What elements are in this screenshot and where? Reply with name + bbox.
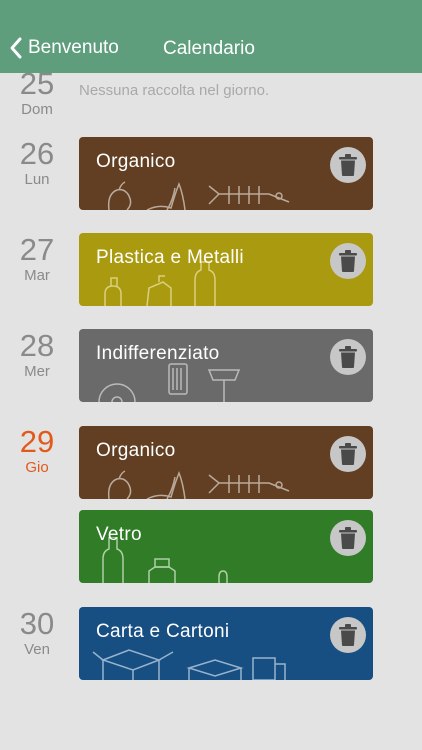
day-number: 26 (19, 136, 55, 171)
day-number: 29 (19, 424, 55, 459)
day-number: 27 (19, 232, 55, 267)
day-29-today: 29 Gio (0, 424, 74, 477)
day-number: 30 (19, 606, 55, 641)
chevron-left-icon (10, 37, 22, 59)
collection-label: Carta e Cartoni (96, 621, 230, 642)
day-weekday: Mer (24, 363, 50, 380)
trash-icon (339, 443, 357, 465)
trash-button[interactable] (330, 436, 366, 472)
collection-card-carta[interactable]: Carta e Cartoni (79, 607, 373, 680)
collection-label: Organico (96, 151, 176, 172)
day-weekday: Ven (24, 641, 50, 658)
nav-bar: Benvenuto Calendario (0, 0, 422, 73)
collection-label: Indifferenziato (96, 343, 220, 364)
trash-icon (339, 346, 357, 368)
trash-button[interactable] (330, 617, 366, 653)
day-25: 25 Dom (0, 68, 74, 119)
trash-icon (339, 527, 357, 549)
back-label: Benvenuto (28, 37, 119, 58)
day-weekday: Gio (25, 459, 49, 476)
day-26: 26 Lun (0, 136, 74, 189)
trash-icon (339, 624, 357, 646)
day-number: 28 (19, 328, 55, 363)
trash-button[interactable] (330, 339, 366, 375)
trash-icon (339, 250, 357, 272)
collection-card-vetro[interactable]: Vetro (79, 510, 373, 583)
collection-label: Plastica e Metalli (96, 247, 244, 268)
trash-button[interactable] (330, 147, 366, 183)
day-weekday: Dom (21, 101, 53, 118)
collection-label: Vetro (96, 524, 142, 545)
collection-card-plastica[interactable]: Plastica e Metalli (79, 233, 373, 306)
trash-button[interactable] (330, 243, 366, 279)
collection-card-organico[interactable]: Organico (79, 426, 373, 499)
trash-icon (339, 154, 357, 176)
day-27: 27 Mar (0, 232, 74, 285)
day-weekday: Lun (24, 171, 50, 188)
empty-day-message: Nessuna raccolta nel giorno. (79, 82, 270, 99)
page-title: Calendario (163, 38, 255, 59)
day-28: 28 Mer (0, 328, 74, 381)
collection-card-indifferenziato[interactable]: Indifferenziato (79, 329, 373, 402)
collection-card-organico[interactable]: Organico (79, 137, 373, 210)
day-30: 30 Ven (0, 606, 74, 659)
collection-label: Organico (96, 440, 176, 461)
day-weekday: Mar (24, 267, 50, 284)
trash-button[interactable] (330, 520, 366, 556)
back-button[interactable]: Benvenuto (8, 36, 119, 60)
